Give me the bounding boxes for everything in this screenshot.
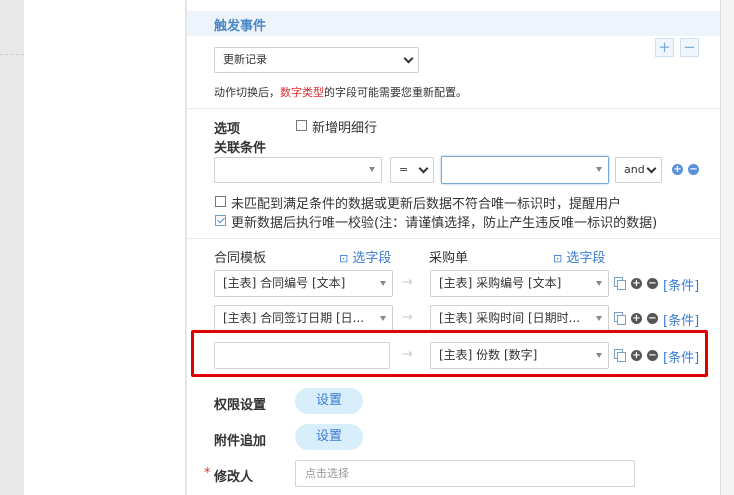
logic-value: and (624, 163, 645, 176)
notify-user-label: 未匹配到满足条件的数据或更新后数据不符合唯一标识时，提醒用户 (231, 197, 622, 212)
condition-link[interactable]: [条件] (663, 275, 699, 294)
left-panel (24, 0, 186, 495)
permissions-label: 权限设置 (214, 398, 267, 413)
caret-down-icon (380, 315, 386, 321)
scrollbar[interactable] (720, 0, 734, 495)
add-row-icon[interactable]: + (631, 313, 642, 324)
add-condition-icon[interactable]: + (672, 164, 683, 175)
caret-down-icon (596, 315, 602, 321)
remove-icon[interactable]: − (680, 38, 699, 57)
trigger-event-select[interactable]: 更新记录 (214, 47, 419, 73)
add-icon[interactable]: + (655, 38, 674, 57)
target-field-select[interactable]: [主表] 采购编号 [文本] (430, 270, 609, 297)
unique-check-label: 更新数据后执行唯一校验(注：请谨慎选择，防止产生违反唯一标识的数据) (231, 216, 658, 231)
source-field-select[interactable]: [主表] 合同签订日期 [日... (214, 305, 393, 332)
permissions-settings-button[interactable]: 设置 (295, 388, 363, 414)
modifier-placeholder: 点击选择 (305, 467, 349, 480)
trigger-title: 触发事件 (214, 19, 267, 34)
caret-down-icon (596, 280, 602, 286)
chevron-down-icon (418, 163, 429, 174)
target-field-select[interactable]: [主表] 采购时间 [日期时... (430, 305, 609, 332)
arrow-right-icon: → (402, 275, 413, 290)
target-select-fields-link[interactable]: ⊡ 选字段 (553, 247, 605, 266)
section-header (187, 11, 720, 36)
condition-field-select[interactable] (214, 157, 382, 183)
left-divider (0, 54, 24, 55)
notify-user-checkbox[interactable] (215, 196, 226, 207)
remove-row-icon[interactable]: − (647, 278, 658, 289)
modifier-label: 修改人 (214, 470, 254, 485)
arrow-right-icon: → (402, 310, 413, 325)
logic-select[interactable]: and (615, 157, 662, 183)
divider (187, 238, 720, 239)
assoc-condition-label: 关联条件 (214, 141, 267, 156)
hint-text: 动作切换后，数字类型的字段可能需要您重新配置。 (214, 86, 467, 99)
condition-link[interactable]: [条件] (663, 310, 699, 329)
attachment-label: 附件追加 (214, 434, 267, 449)
trigger-event-value: 更新记录 (223, 53, 267, 66)
copy-icon[interactable] (614, 277, 626, 290)
caret-down-icon (369, 167, 375, 172)
source-form-title: 合同模板 (214, 251, 267, 266)
copy-icon[interactable] (614, 312, 626, 325)
caret-down-icon (380, 280, 386, 286)
source-select-fields-link[interactable]: ⊡ 选字段 (339, 247, 391, 266)
hint-highlight: 数字类型 (280, 86, 324, 99)
add-detail-row-label: 新增明细行 (312, 121, 378, 136)
target-form-title: 采购单 (429, 251, 469, 266)
chevron-down-icon (403, 53, 414, 64)
condition-operator-select[interactable]: = (390, 157, 434, 183)
add-detail-row-checkbox[interactable] (296, 120, 307, 131)
add-row-icon[interactable]: + (631, 278, 642, 289)
remove-row-icon[interactable]: − (647, 313, 658, 324)
highlight-annotation (191, 330, 708, 377)
options-label: 选项 (214, 122, 241, 137)
divider (187, 108, 720, 109)
caret-down-icon (596, 167, 602, 172)
attachment-settings-button[interactable]: 设置 (295, 424, 363, 450)
source-field-select[interactable]: [主表] 合同编号 [文本] (214, 270, 393, 297)
unique-check-checkbox[interactable] (215, 215, 226, 226)
remove-condition-icon[interactable]: − (688, 164, 699, 175)
chevron-down-icon (646, 163, 657, 174)
modifier-input[interactable]: 点击选择 (295, 460, 635, 487)
condition-value-select[interactable] (441, 156, 609, 184)
operator-value: = (399, 163, 409, 176)
required-mark: * (204, 466, 211, 481)
